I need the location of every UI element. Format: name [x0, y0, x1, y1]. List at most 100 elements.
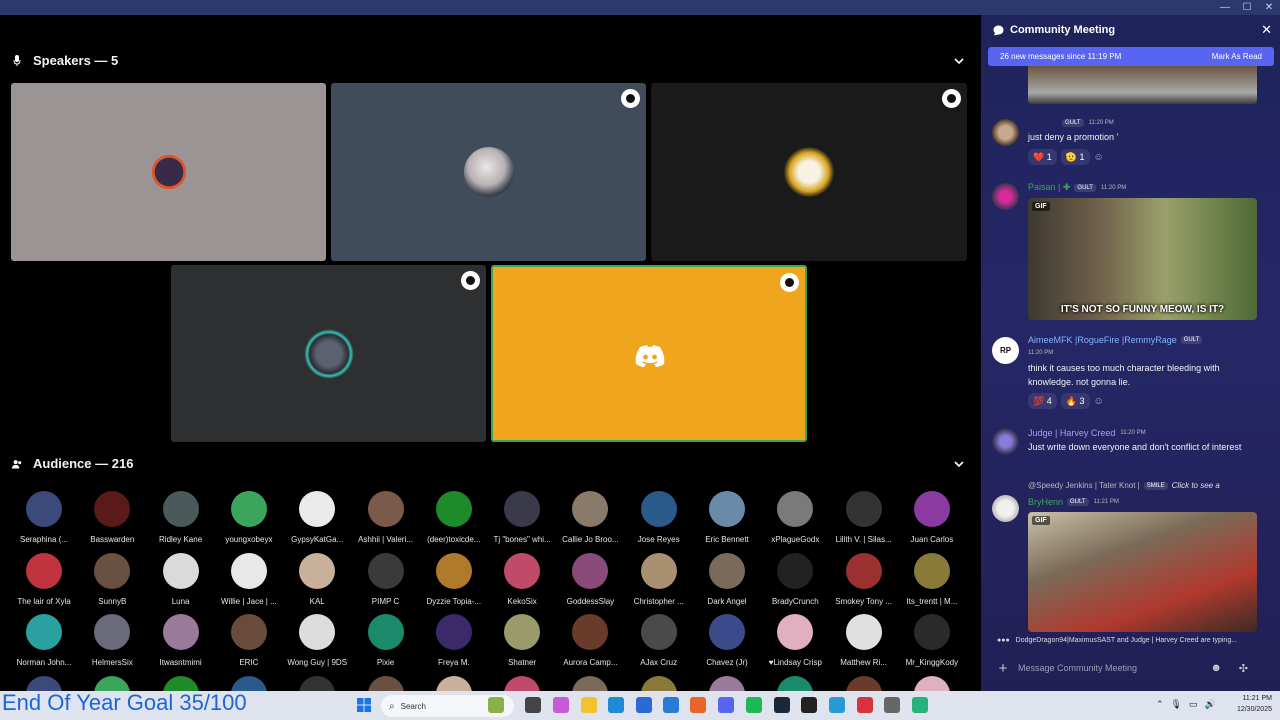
mark-as-read-button[interactable]: Mark As Read — [1212, 52, 1262, 61]
audience-member-partial[interactable] — [556, 676, 624, 691]
audience-member[interactable]: Norman John... — [10, 614, 78, 667]
audience-member[interactable]: Its_trentt | M... — [898, 552, 966, 606]
audience-member[interactable]: KekoSix — [488, 552, 556, 606]
file-explorer-icon[interactable] — [581, 697, 597, 713]
valorant-icon[interactable] — [857, 697, 873, 713]
audience-member[interactable]: Ridley Kane — [147, 491, 215, 544]
audience-member[interactable]: Chavez (Jr) — [693, 614, 761, 667]
reaction-fire[interactable]: 🔥 3 — [1060, 393, 1090, 409]
user-avatar[interactable] — [992, 428, 1019, 455]
audience-member[interactable]: Dark Angel — [693, 552, 761, 606]
collapse-audience-chevron-icon[interactable] — [954, 459, 964, 469]
apps-icon[interactable]: ✣ — [1239, 662, 1248, 675]
audience-member[interactable]: Aurora Camp... — [556, 614, 624, 667]
audience-member[interactable]: Matthew Ri... — [830, 614, 898, 667]
audience-member[interactable]: Juan Carlos — [898, 491, 966, 544]
audience-member[interactable]: Lilith V. | Silas... — [830, 491, 898, 544]
add-reaction-icon[interactable]: ☺ — [1094, 396, 1104, 407]
audience-member[interactable]: HelmersSix — [78, 614, 146, 667]
audience-member-partial[interactable] — [488, 676, 556, 691]
audience-member[interactable]: Seraphina (... — [10, 491, 78, 544]
audience-member-partial[interactable] — [10, 676, 78, 691]
message-author[interactable]: AimeeMFK |RogueFire |RemmyRage — [1028, 335, 1177, 345]
audience-member[interactable]: Wong Guy | 9DS — [283, 614, 351, 667]
reaction-salute[interactable]: 🫡 1 — [1060, 149, 1090, 165]
close-window-button[interactable]: ✕ — [1258, 0, 1280, 15]
audience-member-partial[interactable] — [352, 676, 420, 691]
chevron-up-icon[interactable]: ⌃ — [1156, 699, 1164, 710]
audience-member-partial[interactable] — [898, 676, 966, 691]
audience-member[interactable]: Ashhii | Valeri... — [352, 491, 420, 544]
audience-member[interactable]: Tj "bones" whi... — [488, 491, 556, 544]
user-avatar[interactable] — [992, 183, 1019, 210]
speaker-tile[interactable] — [171, 265, 486, 442]
speaker-tile-speaking[interactable] — [491, 265, 807, 442]
speaker-tile[interactable] — [11, 83, 326, 261]
network-icon[interactable]: ▭ — [1189, 699, 1198, 710]
audience-member-partial[interactable] — [830, 676, 898, 691]
audience-member-partial[interactable] — [215, 676, 283, 691]
audience-member-partial[interactable] — [283, 676, 351, 691]
audience-member[interactable]: Itwasntmimi — [147, 614, 215, 667]
audience-member[interactable]: BradyCrunch — [761, 552, 829, 606]
audience-member[interactable]: GypsyKatGa... — [283, 491, 351, 544]
audience-member[interactable]: The lair of Xyla — [10, 552, 78, 606]
firefox-icon[interactable] — [690, 697, 706, 713]
steam-icon[interactable] — [774, 697, 790, 713]
microphone-tray-icon[interactable]: 🎙 — [1171, 699, 1182, 710]
clock[interactable]: 11:21 PM 12/30/2025 — [1237, 693, 1272, 715]
minimize-button[interactable]: — — [1214, 0, 1236, 15]
new-messages-bar[interactable]: 26 new messages since 11:19 PM Mark As R… — [988, 47, 1274, 66]
widgets-icon[interactable] — [488, 697, 504, 713]
audience-member[interactable]: Pixie — [352, 614, 420, 667]
audience-member[interactable]: Eric Bennett — [693, 491, 761, 544]
discord-icon[interactable] — [718, 697, 734, 713]
audience-member[interactable]: Willie | Jace | ... — [215, 552, 283, 606]
audience-member-partial[interactable] — [78, 676, 146, 691]
user-avatar[interactable] — [992, 495, 1019, 522]
audience-member[interactable]: Freya M. — [420, 614, 488, 667]
task-view-icon[interactable] — [525, 697, 541, 713]
volume-icon[interactable]: 🔊 — [1205, 699, 1216, 710]
speaker-tile[interactable] — [331, 83, 646, 261]
collapse-speakers-chevron-icon[interactable] — [954, 56, 964, 66]
audience-member[interactable]: Basswarden — [78, 491, 146, 544]
audience-member-partial[interactable] — [625, 676, 693, 691]
audience-member-partial[interactable] — [420, 676, 488, 691]
message-author[interactable] — [1028, 118, 1058, 127]
notepad-icon[interactable] — [829, 697, 845, 713]
audience-member[interactable]: xPlagueGodx — [761, 491, 829, 544]
app-icon[interactable] — [912, 697, 928, 713]
audience-member[interactable]: (deer)toxicde... — [420, 491, 488, 544]
copilot-icon[interactable] — [553, 697, 569, 713]
audience-member[interactable]: Callie Jo Broo... — [556, 491, 624, 544]
message-input[interactable]: Message Community Meeting — [1018, 663, 1137, 673]
message-author[interactable]: Judge | Harvey Creed — [1028, 428, 1115, 438]
reply-preview[interactable]: @Speedy Jenkins | Tater Knot | SMILE Cli… — [1028, 481, 1220, 490]
reaction-heart[interactable]: ❤️ 1 — [1028, 149, 1057, 165]
gif-image[interactable]: GIF — [1028, 512, 1257, 632]
audience-member[interactable]: Mr_KinggKody — [898, 614, 966, 667]
message-composer[interactable]: + Message Community Meeting ☻ ✣ — [988, 653, 1274, 683]
audience-member[interactable]: SunnyB — [78, 552, 146, 606]
gif-image[interactable]: GIF IT'S NOT SO FUNNY MEOW, IS IT? — [1028, 198, 1257, 320]
settings-icon[interactable] — [884, 697, 900, 713]
add-reaction-icon[interactable]: ☺ — [1094, 152, 1104, 163]
user-avatar[interactable]: RP — [992, 337, 1019, 364]
audience-member[interactable]: Shatner — [488, 614, 556, 667]
message-author[interactable]: BryHenn — [1028, 497, 1063, 507]
audience-member[interactable]: AJax Cruz — [625, 614, 693, 667]
terminal-icon[interactable] — [801, 697, 817, 713]
audience-member[interactable]: Dyzzie Topia-... — [420, 552, 488, 606]
store-icon[interactable] — [636, 697, 652, 713]
user-avatar[interactable] — [992, 119, 1019, 146]
audience-member[interactable]: Luna — [147, 552, 215, 606]
audience-member[interactable]: youngxobeyx — [215, 491, 283, 544]
maximize-button[interactable]: ☐ — [1236, 0, 1258, 15]
audience-member-partial[interactable] — [147, 676, 215, 691]
message-author[interactable]: Paisan | ✚ — [1028, 182, 1070, 193]
windows-start-icon[interactable] — [357, 698, 371, 712]
reaction-hundred[interactable]: 💯 4 — [1028, 393, 1057, 409]
audience-member[interactable]: GoddessSlay — [556, 552, 624, 606]
audience-member-partial[interactable] — [693, 676, 761, 691]
